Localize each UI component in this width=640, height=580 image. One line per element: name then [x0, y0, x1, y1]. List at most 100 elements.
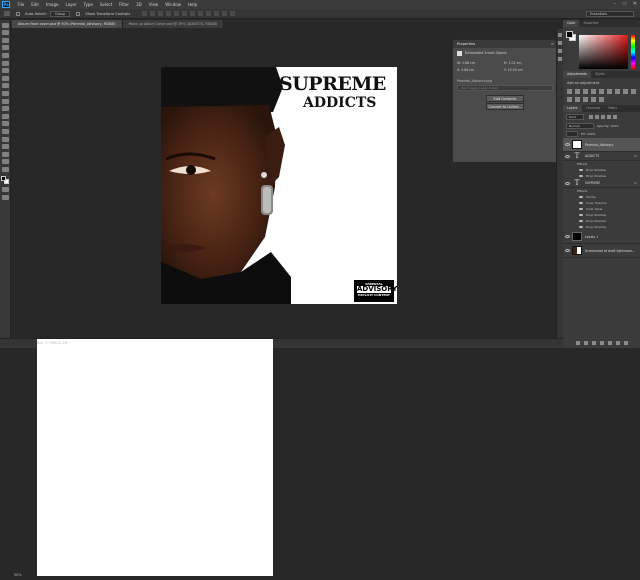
shape-tool-icon[interactable] — [1, 151, 9, 157]
tab-layers[interactable]: Layers — [563, 105, 582, 112]
align-bottom-icon[interactable] — [158, 11, 164, 16]
visibility-eye-icon[interactable] — [565, 143, 570, 146]
align-left-icon[interactable] — [166, 11, 172, 16]
fx-icon[interactable] — [583, 341, 588, 345]
posterize-icon[interactable] — [583, 97, 588, 102]
edit-contents-button[interactable]: Edit Contents — [486, 95, 524, 102]
foreground-color-chip[interactable] — [566, 31, 573, 38]
layer-row[interactable]: T ADDICTS fx — [563, 152, 640, 161]
quick-mask-icon[interactable] — [1, 187, 9, 193]
layer-row[interactable]: Parental_Advisory — [563, 138, 640, 152]
filter-pixel-icon[interactable] — [589, 114, 593, 119]
y-value[interactable]: Y: 10.03 cm — [504, 67, 551, 74]
visibility-eye-icon[interactable] — [565, 154, 570, 158]
effect-eye-icon[interactable] — [579, 168, 583, 172]
layer-filter-dropdown[interactable]: Kind — [566, 114, 584, 120]
menu-file[interactable]: File — [14, 2, 28, 7]
invert-icon[interactable] — [575, 97, 580, 102]
filter-adjustment-icon[interactable] — [595, 114, 599, 119]
eyedropper-tool-icon[interactable] — [1, 60, 9, 66]
path-select-tool-icon[interactable] — [1, 144, 9, 150]
foreground-background-colors[interactable] — [0, 175, 10, 185]
fx-badge[interactable]: fx — [634, 154, 637, 158]
workspace-selector[interactable]: Essentials — [586, 11, 634, 17]
layer-row[interactable]: Levels 1 — [563, 230, 640, 244]
crop-tool-icon[interactable] — [1, 52, 9, 58]
blur-tool-icon[interactable] — [1, 113, 9, 119]
add-mask-icon[interactable] — [591, 341, 596, 345]
tab-styles[interactable]: Styles — [591, 71, 609, 78]
hand-tool-icon[interactable] — [1, 159, 9, 165]
quick-select-tool-icon[interactable] — [1, 45, 9, 51]
hue-saturation-icon[interactable] — [607, 89, 612, 94]
x-value[interactable]: X: 3.86 cm — [457, 67, 504, 74]
trash-icon[interactable] — [623, 341, 628, 345]
align-top-icon[interactable] — [142, 11, 148, 16]
effect-eye-icon[interactable] — [579, 219, 583, 223]
align-hcenter-icon[interactable] — [174, 11, 180, 16]
auto-select-dropdown[interactable]: Group — [50, 10, 71, 17]
menu-edit[interactable]: Edit — [28, 2, 43, 7]
gradient-map-icon[interactable] — [599, 97, 604, 102]
brush-tool-icon[interactable] — [1, 75, 9, 81]
curves-icon[interactable] — [583, 89, 588, 94]
history-brush-tool-icon[interactable] — [1, 90, 9, 96]
vibrance-icon[interactable] — [599, 89, 604, 94]
opacity-field[interactable]: Opacity: 100% — [597, 124, 619, 128]
dodge-tool-icon[interactable] — [1, 121, 9, 127]
tab-swatches[interactable]: Swatches — [579, 20, 602, 27]
tab-mock-up-album-cover[interactable]: Mock up Album Cover.psd @ 39% (ADDICTS, … — [122, 20, 225, 28]
brightness-contrast-icon[interactable] — [567, 89, 572, 94]
layer-row[interactable]: Screenshot of draft lightroom... — [563, 244, 640, 258]
layer-row[interactable]: T SUPREME fx — [563, 179, 640, 188]
properties-panel-icon[interactable] — [558, 41, 562, 45]
tab-album-front-cover[interactable]: Album Front cover.psd @ 50% (Parental_Ad… — [12, 20, 123, 28]
convert-to-linked-button[interactable]: Convert to Linked... — [486, 103, 524, 110]
paragraph-panel-icon[interactable] — [558, 57, 562, 61]
close-button[interactable]: ✕ — [633, 1, 637, 7]
fill-field[interactable]: Fill: 100% — [581, 132, 596, 136]
effect-eye-icon[interactable] — [579, 225, 583, 229]
filter-smart-icon[interactable] — [613, 114, 617, 119]
visibility-eye-icon[interactable] — [565, 181, 570, 185]
effect-eye-icon[interactable] — [579, 201, 583, 205]
new-layer-icon[interactable] — [615, 341, 620, 345]
history-panel-icon[interactable] — [558, 33, 562, 37]
filter-shape-icon[interactable] — [607, 114, 611, 119]
healing-brush-tool-icon[interactable] — [1, 68, 9, 74]
fx-badge[interactable]: fx — [634, 181, 637, 185]
properties-header[interactable]: Properties ≡ — [453, 40, 557, 48]
menu-select[interactable]: Select — [96, 2, 115, 7]
menu-help[interactable]: Help — [184, 2, 200, 7]
tab-adjustments[interactable]: Adjustments — [563, 71, 591, 78]
show-transform-checkbox[interactable] — [76, 11, 81, 16]
color-balance-icon[interactable] — [615, 89, 620, 94]
pen-tool-icon[interactable] — [1, 128, 9, 134]
effect-eye-icon[interactable] — [579, 174, 583, 178]
screen-mode-icon[interactable] — [1, 195, 9, 201]
new-group-icon[interactable] — [607, 341, 612, 345]
distribute-top-icon[interactable] — [190, 11, 196, 16]
blend-mode-dropdown[interactable]: Normal — [566, 123, 594, 129]
minimize-button[interactable]: – — [614, 1, 617, 7]
filter-type-icon[interactable] — [601, 114, 605, 119]
distribute-right-icon[interactable] — [230, 11, 236, 16]
width-value[interactable]: W: 1.86 cm — [457, 60, 504, 67]
distribute-left-icon[interactable] — [214, 11, 220, 16]
panel-menu-icon[interactable]: ≡ — [551, 40, 554, 48]
visibility-eye-icon[interactable] — [565, 249, 570, 252]
layer-comp-dropdown[interactable]: Don't Apply Layer Comp — [457, 85, 553, 91]
effect-eye-icon[interactable] — [579, 195, 583, 199]
black-white-icon[interactable] — [623, 89, 628, 94]
zoom-level[interactable]: 50% — [14, 573, 22, 577]
character-panel-icon[interactable] — [558, 49, 562, 53]
menu-3d[interactable]: 3D — [133, 2, 146, 7]
lock-icons[interactable] — [566, 131, 578, 137]
channel-mixer-icon[interactable] — [567, 97, 572, 102]
type-tool-icon[interactable] — [1, 136, 9, 142]
zoom-tool-icon[interactable] — [1, 166, 9, 172]
foreground-color-swatch[interactable] — [0, 175, 6, 181]
eraser-tool-icon[interactable] — [1, 98, 9, 104]
distribute-hcenter-icon[interactable] — [222, 11, 228, 16]
align-vcenter-icon[interactable] — [150, 11, 156, 16]
